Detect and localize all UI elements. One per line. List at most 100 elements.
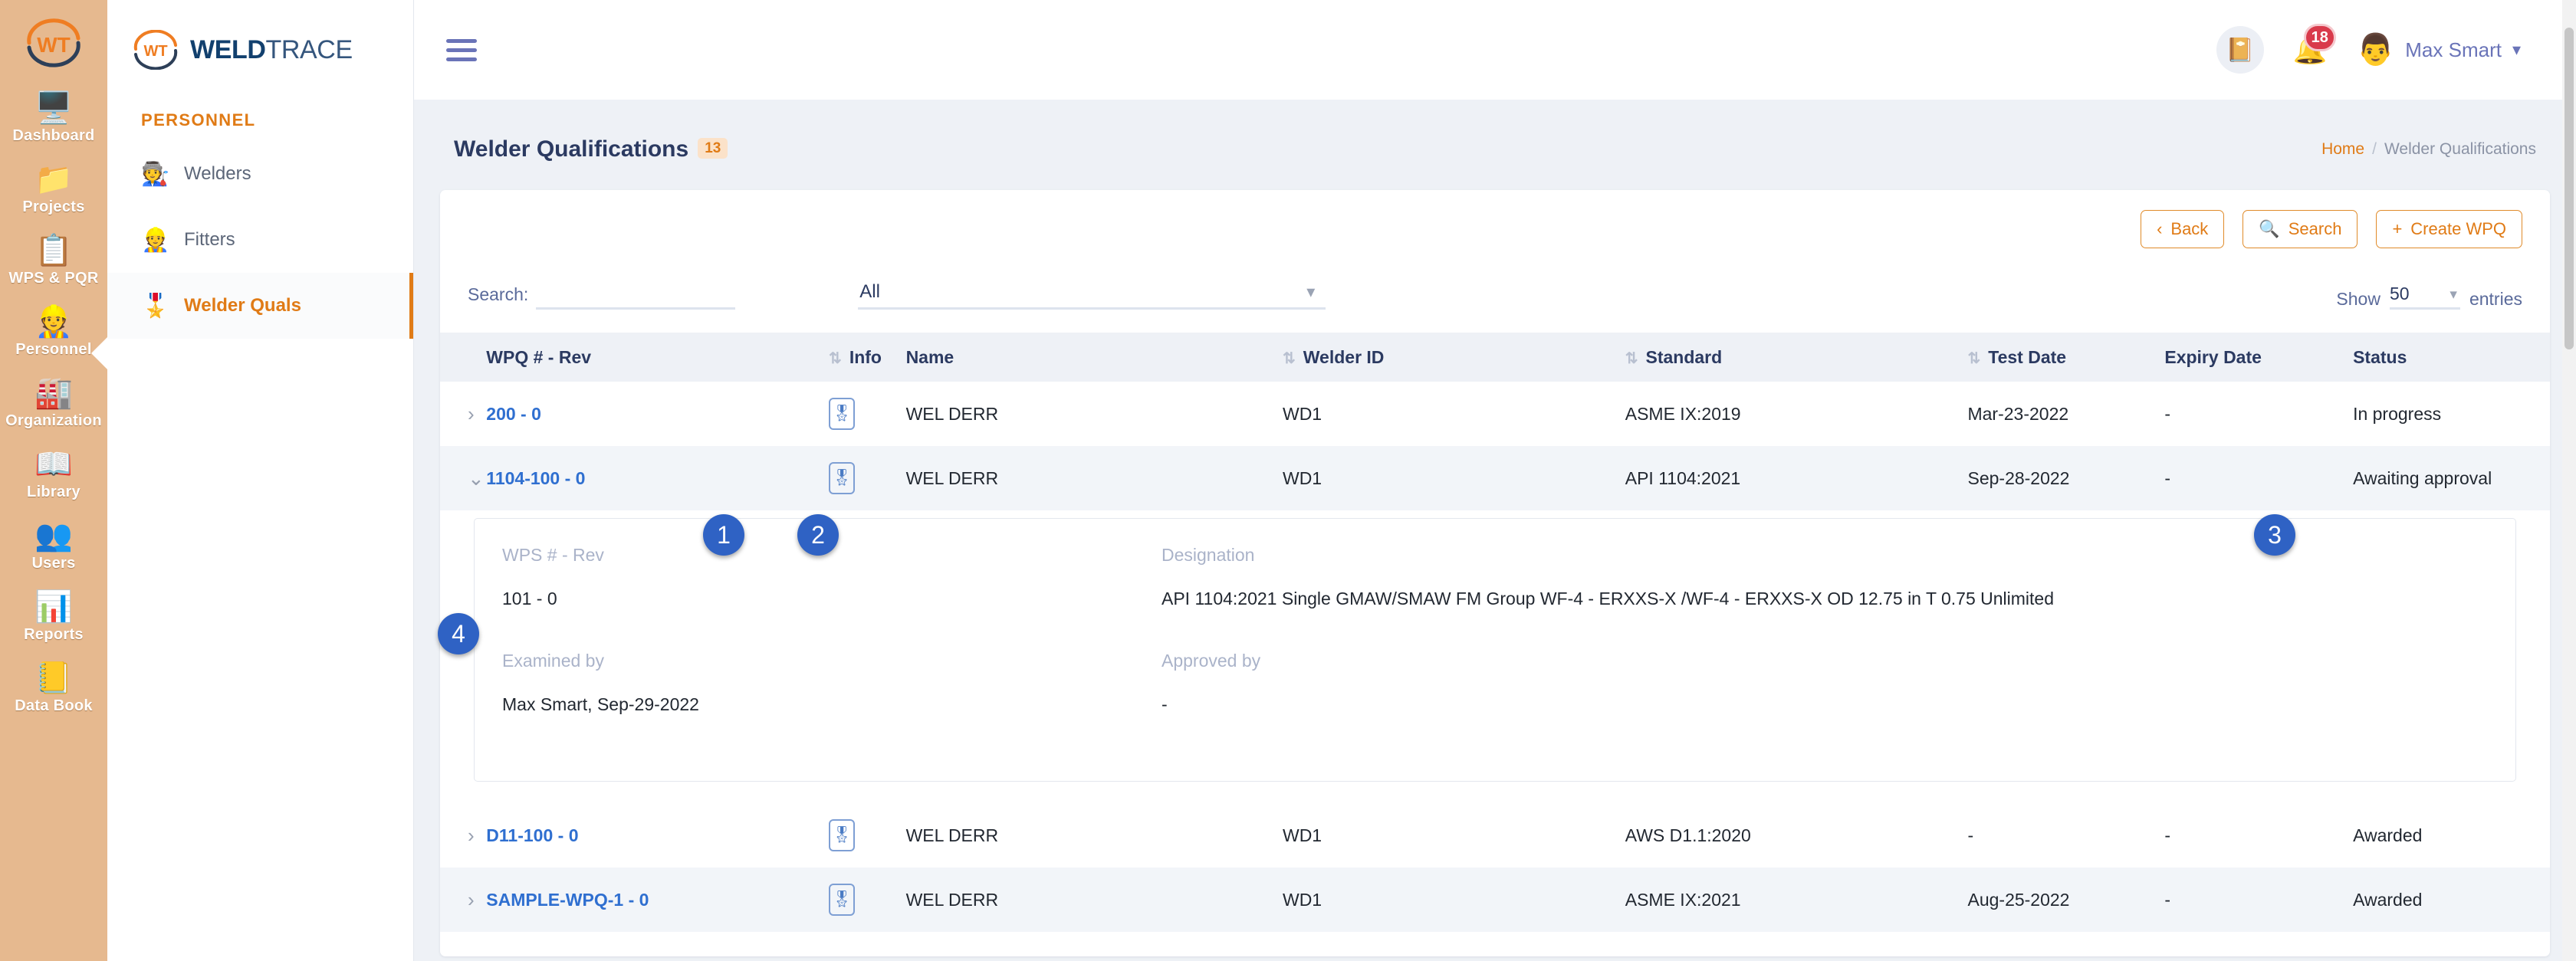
cell-test-date: Mar-23-2022	[1967, 382, 2165, 446]
table-row[interactable]: › SAMPLE-WPQ-1 - 0 🎖 WEL DERR WD1 ASME I…	[440, 868, 2550, 932]
brand-name-light: TRACE	[265, 34, 353, 64]
rail-item-users[interactable]: 👥 Users	[0, 518, 107, 572]
cell-name: WEL DERR	[905, 382, 1283, 446]
entries-select[interactable]: 50	[2389, 279, 2460, 310]
back-button-label: Back	[2170, 219, 2209, 238]
cell-expiry-date: -	[2164, 803, 2354, 868]
column-label: Welder ID	[1303, 346, 1385, 367]
sort-arrows-icon[interactable]: ⇅	[829, 350, 842, 367]
cell-wpq: SAMPLE-WPQ-1 - 0	[486, 868, 830, 932]
weldtrace-rail-logo-icon[interactable]: WT	[23, 12, 84, 74]
user-menu[interactable]: 👨 Max Smart ▾	[2356, 34, 2521, 65]
breadcrumb-home-link[interactable]: Home	[2321, 140, 2364, 158]
brand-wordmark: WELDTRACE	[190, 35, 353, 65]
annotation-badge-1: 1	[703, 514, 744, 556]
avatar: 👨	[2356, 33, 2395, 67]
rail-item-reports[interactable]: 📊 Reports	[0, 589, 107, 644]
rail-item-data-book[interactable]: 📒 Data Book	[0, 661, 107, 715]
chevron-right-icon[interactable]: ›	[468, 824, 475, 848]
sort-arrows-icon[interactable]: ⇅	[1283, 350, 1296, 367]
search-input[interactable]	[536, 279, 736, 310]
brand-logo[interactable]: WT WELDTRACE	[107, 0, 413, 100]
table-row[interactable]: › D11-100 - 0 🎖 WEL DERR WD1 AWS D1.1:20…	[440, 803, 2550, 868]
column-header-standard: ⇅ Standard	[1625, 333, 1968, 382]
cell-info: 🎖	[829, 868, 906, 932]
table-row[interactable]: › 200 - 0 🎖 WEL DERR WD1 ASME IX:2019 Ma…	[440, 382, 2550, 446]
wpq-link[interactable]: D11-100 - 0	[486, 825, 578, 845]
certificate-badge-icon[interactable]: 🎖	[829, 819, 856, 851]
column-header-test-date: ⇅ Test Date	[1967, 333, 2165, 382]
back-button[interactable]: ‹ Back	[2141, 210, 2225, 248]
column-header-status: Status	[2353, 333, 2550, 382]
wpq-link[interactable]: 200 - 0	[486, 404, 541, 424]
rail-label: Organization	[5, 412, 102, 429]
column-header-info: ⇅ Info	[829, 333, 906, 382]
column-label: Name	[905, 346, 955, 367]
category-select[interactable]: All	[858, 276, 1326, 310]
annotation-badge-4: 4	[438, 613, 479, 654]
cell-standard: AWS D1.1:2020	[1625, 803, 1968, 868]
plus-icon: +	[2392, 219, 2403, 238]
notifications-button[interactable]: 🔔 18	[2293, 24, 2336, 64]
book-icon[interactable]: 📔	[2216, 26, 2264, 74]
search-button[interactable]: 🔍 Search	[2242, 210, 2358, 248]
create-wpq-button[interactable]: + Create WPQ	[2376, 210, 2522, 248]
certificate-badge-icon[interactable]: 🎖	[829, 398, 856, 430]
cell-wpq: 200 - 0	[486, 382, 830, 446]
dashboard-icon: 🖥️	[34, 91, 73, 125]
chevron-right-icon[interactable]: ›	[468, 402, 475, 426]
cell-status: Awarded	[2353, 868, 2550, 932]
sidebar-item-label: Welders	[184, 163, 251, 184]
cell-expiry-date: -	[2164, 868, 2354, 932]
cell-status: Awaiting approval	[2353, 446, 2550, 510]
annotation-badge-2: 2	[797, 514, 839, 556]
wpq-link[interactable]: SAMPLE-WPQ-1 - 0	[486, 890, 649, 910]
sidebar-item-welders[interactable]: 🧑‍🏭 Welders	[107, 141, 413, 207]
wpq-link[interactable]: 1104-100 - 0	[486, 468, 585, 488]
rail-item-organization[interactable]: 🏭 Organization	[0, 376, 107, 430]
row-expand-cell[interactable]: ›	[440, 382, 487, 446]
cell-name: WEL DERR	[905, 446, 1283, 510]
cell-info: 🎖	[829, 446, 906, 510]
data-book-icon: 📒	[34, 661, 73, 695]
sort-arrows-icon[interactable]: ⇅	[1625, 350, 1638, 367]
rail-item-projects[interactable]: 📁 Projects	[0, 162, 107, 216]
row-expand-cell[interactable]: ›	[440, 803, 487, 868]
certificate-badge-icon[interactable]: 🎖	[829, 884, 856, 916]
welder-icon: 🧑‍🏭	[141, 161, 170, 187]
table-row[interactable]: ⌄ 1104-100 - 0 🎖 WEL DERR WD1 API 1104:2…	[440, 446, 2550, 510]
scrollbar-thumb[interactable]	[2564, 28, 2574, 349]
sidebar-item-welder-quals[interactable]: 🎖️ Welder Quals	[107, 273, 413, 339]
column-label: Expiry Date	[2164, 346, 2262, 367]
certificate-badge-icon[interactable]: 🎖	[829, 462, 856, 494]
sort-arrows-icon[interactable]: ⇅	[1967, 350, 1980, 367]
detail-cell: WPS # - Rev Designation 101 - 0 API 1104…	[440, 510, 2550, 803]
rail-item-library[interactable]: 📖 Library	[0, 447, 107, 501]
wps-pqr-icon: 📋	[34, 234, 73, 267]
rail-label: Data Book	[15, 697, 93, 714]
filter-row: Search: All ▾ Show 50 ▾ entries	[440, 248, 2550, 310]
hamburger-icon[interactable]	[446, 34, 477, 67]
chevron-right-icon[interactable]: ›	[468, 888, 475, 912]
page-title: Welder Qualifications 13	[454, 136, 728, 162]
rail-item-personnel[interactable]: 👷 Personnel	[0, 304, 108, 370]
show-entries-control: Show 50 ▾ entries	[2336, 279, 2522, 310]
breadcrumb-separator: /	[2372, 140, 2377, 158]
book-glyph: 📔	[2225, 37, 2255, 63]
page-scrollbar[interactable]	[2562, 0, 2576, 961]
annotation-badge-3: 3	[2254, 514, 2295, 556]
detail-value-examined-by: Max Smart, Sep-29-2022	[502, 694, 699, 714]
rail-item-dashboard[interactable]: 🖥️ Dashboard	[0, 90, 107, 145]
rail-item-wps-pqr[interactable]: 📋 WPS & PQR	[0, 233, 107, 287]
rail-label: Reports	[24, 626, 84, 643]
chevron-down-icon[interactable]: ⌄	[468, 467, 485, 490]
row-collapse-cell[interactable]: ⌄	[440, 446, 487, 510]
row-expand-cell[interactable]: ›	[440, 868, 487, 932]
cell-standard: ASME IX:2019	[1625, 382, 1968, 446]
cell-welder-id: WD1	[1282, 382, 1625, 446]
wpq-detail-panel: WPS # - Rev Designation 101 - 0 API 1104…	[474, 518, 2516, 782]
rail-label: Users	[31, 555, 76, 572]
sidebar-item-fitters[interactable]: 👷 Fitters	[107, 207, 413, 273]
search-label: Search:	[468, 284, 529, 304]
cell-welder-id: WD1	[1282, 803, 1625, 868]
